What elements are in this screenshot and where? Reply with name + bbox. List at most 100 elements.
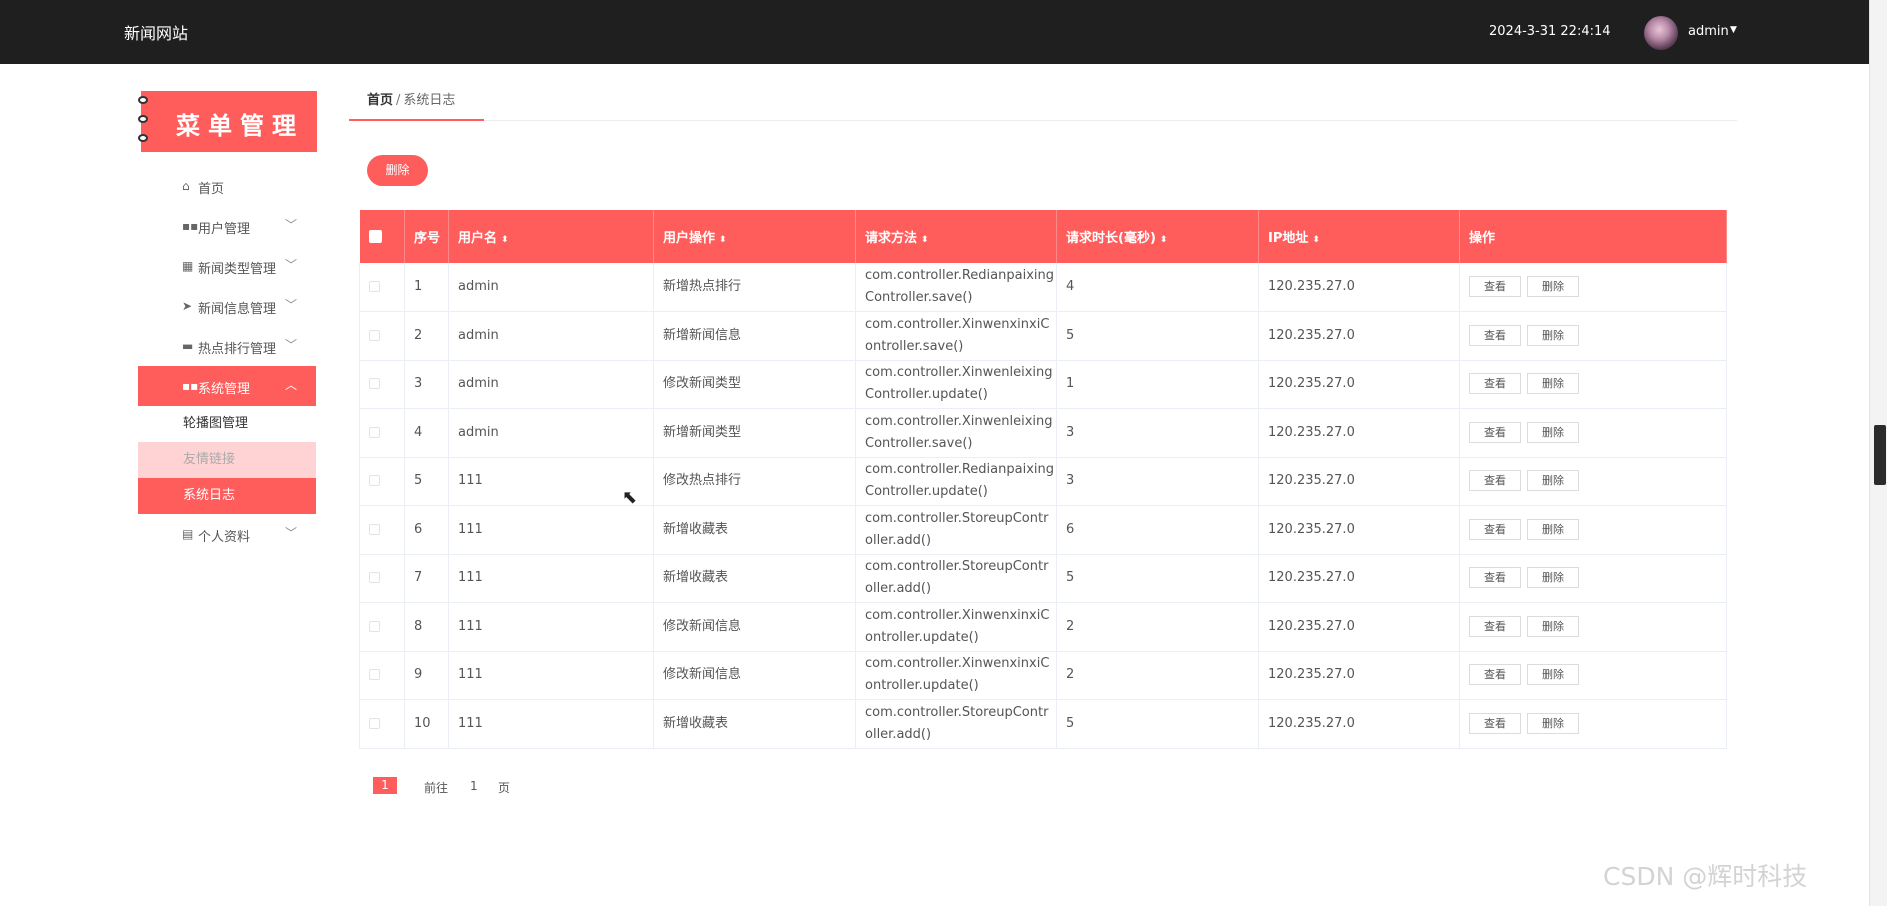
sidebar-item-label: 首页 [198, 182, 225, 197]
row-checkbox[interactable] [369, 426, 380, 438]
delete-row-button[interactable]: 删除 [1527, 567, 1579, 589]
cell-index: 7 [404, 554, 449, 603]
chevron-down-icon: ﹀ [285, 298, 298, 312]
caret-down-icon[interactable]: ▼ [1730, 25, 1737, 35]
sidebar-item-news-types[interactable]: ▦ 新闻类型管理 ﹀ [138, 246, 316, 286]
sidebar-menu: ⌂ 首页 ▪▪ 用户管理 ﹀ ▦ 新闻类型管理 ﹀ ➤ 新闻信息管理 ﹀ ▬ 热… [138, 166, 316, 554]
col-operation[interactable]: 用户操作 ⬍ [653, 210, 856, 263]
cell-duration: 3 [1056, 457, 1259, 506]
sidebar-item-profile[interactable]: ▤ 个人资料 ﹀ [138, 514, 316, 554]
row-checkbox[interactable] [369, 475, 380, 487]
row-select-cell[interactable] [359, 505, 405, 555]
menu-banner-title: 菜单管理 [176, 111, 304, 140]
view-button[interactable]: 查看 [1469, 421, 1521, 443]
delete-row-button[interactable]: 删除 [1527, 373, 1579, 395]
col-username[interactable]: 用户名 ⬍ [448, 210, 654, 263]
row-select-cell[interactable] [359, 699, 405, 749]
row-select-cell[interactable] [359, 263, 405, 312]
select-all-checkbox[interactable] [368, 230, 382, 243]
grid9-icon: ▦ [182, 259, 194, 273]
view-button[interactable]: 查看 [1469, 470, 1521, 492]
row-checkbox[interactable] [369, 281, 380, 292]
cell-actions: 查看 删除 [1459, 699, 1727, 749]
row-select-cell[interactable] [359, 408, 405, 458]
sidebar-item-hot-ranking[interactable]: ▬ 热点排行管理 ﹀ [138, 326, 316, 366]
row-select-cell[interactable] [359, 554, 405, 603]
batch-delete-button[interactable]: 删除 [367, 155, 428, 186]
cell-ip: 120.235.27.0 [1258, 505, 1460, 555]
user-menu[interactable]: admin [1688, 24, 1729, 39]
row-checkbox[interactable] [369, 378, 380, 390]
delete-row-button[interactable]: 删除 [1527, 470, 1579, 492]
sidebar-item-system[interactable]: ▪▪ 系统管理 ︿ [138, 366, 316, 406]
delete-row-button[interactable]: 删除 [1527, 324, 1579, 346]
avatar[interactable] [1644, 16, 1678, 50]
row-select-cell[interactable] [359, 457, 405, 506]
sort-icon[interactable]: ⬍ [501, 235, 509, 245]
delete-row-button[interactable]: 删除 [1527, 615, 1579, 637]
sidebar-subitem-carousel[interactable]: 轮播图管理 [138, 406, 316, 442]
sidebar-item-home[interactable]: ⌂ 首页 [138, 166, 316, 206]
row-checkbox[interactable] [369, 329, 380, 341]
row-checkbox[interactable] [369, 717, 380, 729]
view-button[interactable]: 查看 [1469, 712, 1521, 734]
row-checkbox[interactable] [369, 572, 380, 584]
row-checkbox[interactable] [369, 523, 380, 535]
breadcrumb-home[interactable]: 首页 [367, 93, 393, 108]
table-row: 2 admin 新增新闻信息 com.controller.XinwenxinxiCo… [359, 311, 1727, 361]
cell-ip: 120.235.27.0 [1258, 457, 1460, 506]
col-label: 请求方法 [865, 231, 918, 246]
sort-icon[interactable]: ⬍ [1160, 235, 1168, 245]
col-duration[interactable]: 请求时长(毫秒) ⬍ [1056, 210, 1259, 263]
view-button[interactable]: 查看 [1469, 373, 1521, 395]
sidebar-item-label: 用户管理 [198, 222, 251, 237]
pagination-page-input[interactable]: 1 [470, 779, 478, 793]
pagination-current-page[interactable]: 1 [373, 777, 397, 794]
sidebar-item-label: 系统管理 [198, 382, 251, 397]
sort-icon[interactable]: ⬍ [921, 235, 929, 245]
sidebar-item-news-info[interactable]: ➤ 新闻信息管理 ﹀ [138, 286, 316, 326]
sidebar-item-users[interactable]: ▪▪ 用户管理 ﹀ [138, 206, 316, 246]
col-method[interactable]: 请求方法 ⬍ [855, 210, 1057, 263]
col-index: 序号 [404, 210, 449, 263]
cell-actions: 查看 删除 [1459, 360, 1727, 409]
table-row: 6 111 新增收藏表 com.controller.StoreupControlle… [359, 505, 1727, 555]
view-button[interactable]: 查看 [1469, 664, 1521, 686]
cell-ip: 120.235.27.0 [1258, 602, 1460, 652]
sidebar-subitem-system-log[interactable]: 系统日志 [138, 478, 316, 514]
col-label: 用户操作 [663, 231, 716, 246]
delete-row-button[interactable]: 删除 [1527, 276, 1579, 297]
row-checkbox[interactable] [369, 620, 380, 632]
cell-ip: 120.235.27.0 [1258, 263, 1460, 312]
row-select-cell[interactable] [359, 360, 405, 409]
view-button[interactable]: 查看 [1469, 324, 1521, 346]
table-row: 1 admin 新增热点排行 com.controller.Redianpaixing… [359, 263, 1727, 312]
table-row: 3 admin 修改新闻类型 com.controller.Xinwenleixing… [359, 360, 1727, 409]
delete-row-button[interactable]: 删除 [1527, 518, 1579, 540]
scrollbar-thumb[interactable] [1874, 425, 1886, 485]
select-all-cell[interactable] [359, 210, 405, 263]
sidebar-subitem-links[interactable]: 友情链接 [138, 442, 316, 478]
row-select-cell[interactable] [359, 311, 405, 361]
view-button[interactable]: 查看 [1469, 567, 1521, 589]
row-select-cell[interactable] [359, 602, 405, 652]
view-button[interactable]: 查看 [1469, 276, 1521, 297]
row-select-cell[interactable] [359, 651, 405, 700]
view-button[interactable]: 查看 [1469, 615, 1521, 637]
view-button[interactable]: 查看 [1469, 518, 1521, 540]
delete-row-button[interactable]: 删除 [1527, 712, 1579, 734]
delete-row-button[interactable]: 删除 [1527, 421, 1579, 443]
col-ip[interactable]: IP地址 ⬍ [1258, 210, 1460, 263]
cell-actions: 查看 删除 [1459, 263, 1727, 312]
sidebar-item-label: 个人资料 [198, 530, 251, 545]
delete-row-button[interactable]: 删除 [1527, 664, 1579, 686]
sidebar-item-label: 新闻信息管理 [198, 302, 277, 317]
row-checkbox[interactable] [369, 669, 380, 681]
system-log-table: 序号 用户名 ⬍ 用户操作 ⬍ 请求方法 ⬍ 请求时长(毫秒) ⬍ IP地址 ⬍ 操作 1… [359, 210, 1727, 749]
sort-icon[interactable]: ⬍ [1312, 235, 1320, 245]
table-row: 4 admin 新增新闻类型 com.controller.Xinwenleixing… [359, 408, 1727, 458]
cell-duration: 3 [1056, 408, 1259, 458]
cell-index: 8 [404, 602, 449, 652]
sort-icon[interactable]: ⬍ [719, 235, 727, 245]
cell-operation: 修改新闻类型 [653, 360, 856, 409]
